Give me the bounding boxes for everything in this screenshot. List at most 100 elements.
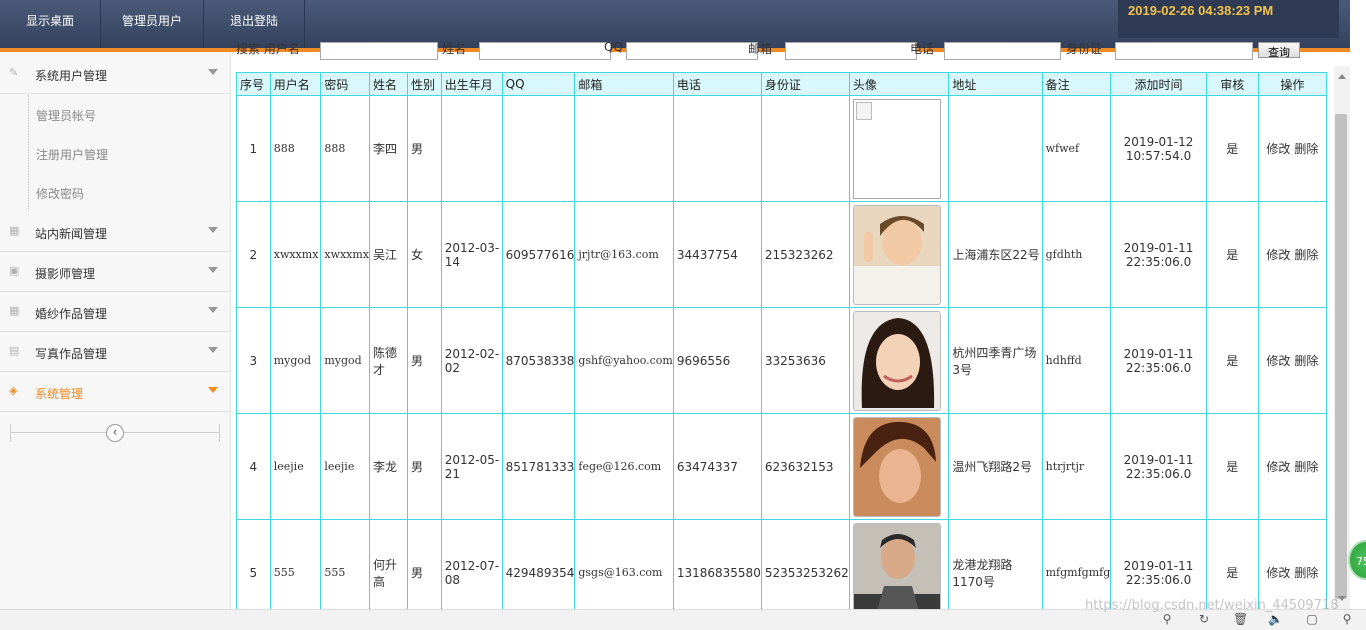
search-button[interactable]: 查询 [1258, 42, 1300, 59]
chevron-down-icon [208, 387, 218, 393]
table-row: 1 888 888 李四男 wfwef 2019-01-12 10:57:54.0 是修改删… [236, 95, 1327, 202]
cell-password: mygod [320, 307, 371, 414]
scrollbar-thumb[interactable] [1335, 114, 1347, 599]
submenu-change-password[interactable]: 修改密码 [26, 173, 230, 211]
speaker-icon[interactable]: 🔈 [1268, 612, 1283, 626]
right-edge [1350, 0, 1366, 609]
table-row: 5 555 555 何升高男 2012-07-08 429489354 gsgs@163.c… [236, 519, 1327, 609]
edit-link[interactable]: 修改 [1266, 566, 1290, 580]
table-row: 4 leejie leejie 李龙男 2012-05-21 851781333 fege@… [236, 413, 1327, 520]
idcard-search-input[interactable] [1115, 42, 1253, 60]
show-desktop-button[interactable]: 显示桌面 [0, 0, 101, 48]
cell-address [948, 95, 1043, 202]
cell-email: fege@126.com [574, 413, 674, 520]
vertical-scrollbar[interactable] [1334, 66, 1350, 609]
table-row: 3 mygod mygod 陈德才男 2012-02-02 870538338 gshf@y… [236, 307, 1327, 414]
cell-address: 杭州四季青广场3号 [948, 307, 1043, 414]
qq-search-input[interactable] [626, 42, 758, 60]
search-label-username: 搜索 用户名 [236, 42, 300, 56]
cell-username: 555 [269, 519, 322, 609]
cell-remark: wfwef [1041, 95, 1112, 202]
table-row: 2 xwxxmx xwxxmx 吴江女 2012-03-14 609577616 jrjtr… [236, 201, 1327, 308]
edit-link[interactable]: 修改 [1266, 354, 1290, 368]
collapse-divider-left [10, 424, 11, 442]
col-header-email: 邮箱 [574, 72, 674, 96]
menu-photographers[interactable]: ▣ 摄影师管理 [0, 252, 230, 292]
menu-portrait-works[interactable]: ▤ 写真作品管理 [0, 332, 230, 372]
zoom-icon[interactable]: ⚲ [1340, 612, 1354, 626]
username-search-input[interactable] [320, 42, 438, 60]
cell-password: leejie [320, 413, 371, 520]
delete-link[interactable]: 删除 [1294, 460, 1318, 474]
cell-avatar [848, 95, 950, 202]
delete-link[interactable]: 删除 [1294, 142, 1318, 156]
cell-time: 2019-01-12 10:57:54.0 [1110, 95, 1207, 202]
col-header-actions: 操作 [1257, 72, 1327, 96]
search-label-idcard: 身份证 [1066, 42, 1103, 56]
table-header-row: 序号 用户名 密码 姓名 性别 出生年月 QQ 邮箱 电话 身份证 头像 地址 … [236, 72, 1327, 96]
menu-label: 系统管理 [35, 387, 84, 401]
avatar [852, 416, 948, 517]
cell-name: 李四 [369, 95, 408, 202]
submenu-admin-account[interactable]: 管理员帐号 [26, 95, 230, 133]
cell-username: mygod [269, 307, 322, 414]
col-header-password: 密码 [320, 72, 371, 96]
scroll-up-arrow-icon[interactable] [1338, 74, 1346, 79]
avatar [852, 204, 948, 305]
cell-gender: 男 [406, 519, 442, 609]
cell-actions: 修改 删除 [1257, 307, 1327, 414]
trash-icon[interactable]: 🗑 [1233, 612, 1248, 626]
col-header-gender: 性别 [406, 72, 442, 96]
cell-remark: hdhffd [1041, 307, 1112, 414]
avatar [852, 522, 948, 609]
clock-panel: 2019-02-26 04:38:23 PM [1118, 0, 1339, 38]
cell-email: gsgs@163.com [574, 519, 674, 609]
cell-time: 2019-01-11 22:35:06.0 [1110, 201, 1207, 308]
phone-search-input[interactable] [944, 42, 1061, 60]
cell-gender: 男 [406, 307, 442, 414]
delete-link[interactable]: 删除 [1294, 566, 1318, 580]
cell-phone: 34437754 [672, 201, 762, 308]
cell-birth: 2012-03-14 [440, 201, 503, 308]
menu-label: 系统用户管理 [35, 69, 108, 83]
col-header-phone: 电话 [672, 72, 762, 96]
scroll-down-arrow-icon[interactable] [1338, 596, 1346, 601]
window-icon[interactable]: ▢ [1305, 612, 1319, 626]
user-table: 序号 用户名 密码 姓名 性别 出生年月 QQ 邮箱 电话 身份证 头像 地址 … [236, 72, 1327, 609]
cell-name: 何升高 [369, 519, 408, 609]
pin-icon[interactable]: ⚲ [1160, 612, 1174, 626]
submenu-label: 修改密码 [36, 187, 85, 201]
pencil-icon: ✎ [9, 66, 19, 79]
delete-link[interactable]: 删除 [1294, 248, 1318, 262]
edit-link[interactable]: 修改 [1266, 460, 1290, 474]
cell-qq: 870538338 [501, 307, 576, 414]
menu-system-users[interactable]: ✎ 系统用户管理 [0, 54, 230, 94]
email-search-input[interactable] [785, 42, 917, 60]
cell-address: 龙港龙翔路1170号 [948, 519, 1043, 609]
col-header-no: 序号 [236, 72, 271, 96]
collapse-sidebar-button[interactable]: ‹ [106, 424, 124, 442]
cell-qq: 609577616 [501, 201, 576, 308]
cell-no: 2 [236, 201, 271, 308]
col-header-approved: 审核 [1205, 72, 1259, 96]
chevron-down-icon [208, 267, 218, 273]
cell-time: 2019-01-11 22:35:06.0 [1110, 413, 1207, 520]
cell-approved: 是 [1205, 95, 1259, 202]
grid-icon: ▦ [9, 304, 20, 317]
edit-link[interactable]: 修改 [1266, 248, 1290, 262]
menu-wedding-works[interactable]: ▦ 婚纱作品管理 [0, 292, 230, 332]
delete-link[interactable]: 删除 [1294, 354, 1318, 368]
menu-label: 婚纱作品管理 [35, 307, 108, 321]
submenu-registered-users[interactable]: 注册用户管理 [26, 134, 230, 172]
user-table-container: 序号 用户名 密码 姓名 性别 出生年月 QQ 邮箱 电话 身份证 头像 地址 … [236, 72, 1327, 609]
cell-no: 1 [236, 95, 271, 202]
cell-approved: 是 [1205, 307, 1259, 414]
cell-time: 2019-01-11 22:35:06.0 [1110, 519, 1207, 609]
menu-news[interactable]: ▦ 站内新闻管理 [0, 212, 230, 252]
admin-user-button[interactable]: 管理员用户 [101, 0, 204, 48]
col-header-qq: QQ [501, 72, 576, 96]
menu-system-management[interactable]: ◈ 系统管理 [0, 372, 230, 412]
name-search-input[interactable] [479, 42, 611, 60]
refresh-icon[interactable]: ↻ [1197, 612, 1211, 626]
edit-link[interactable]: 修改 [1266, 142, 1290, 156]
